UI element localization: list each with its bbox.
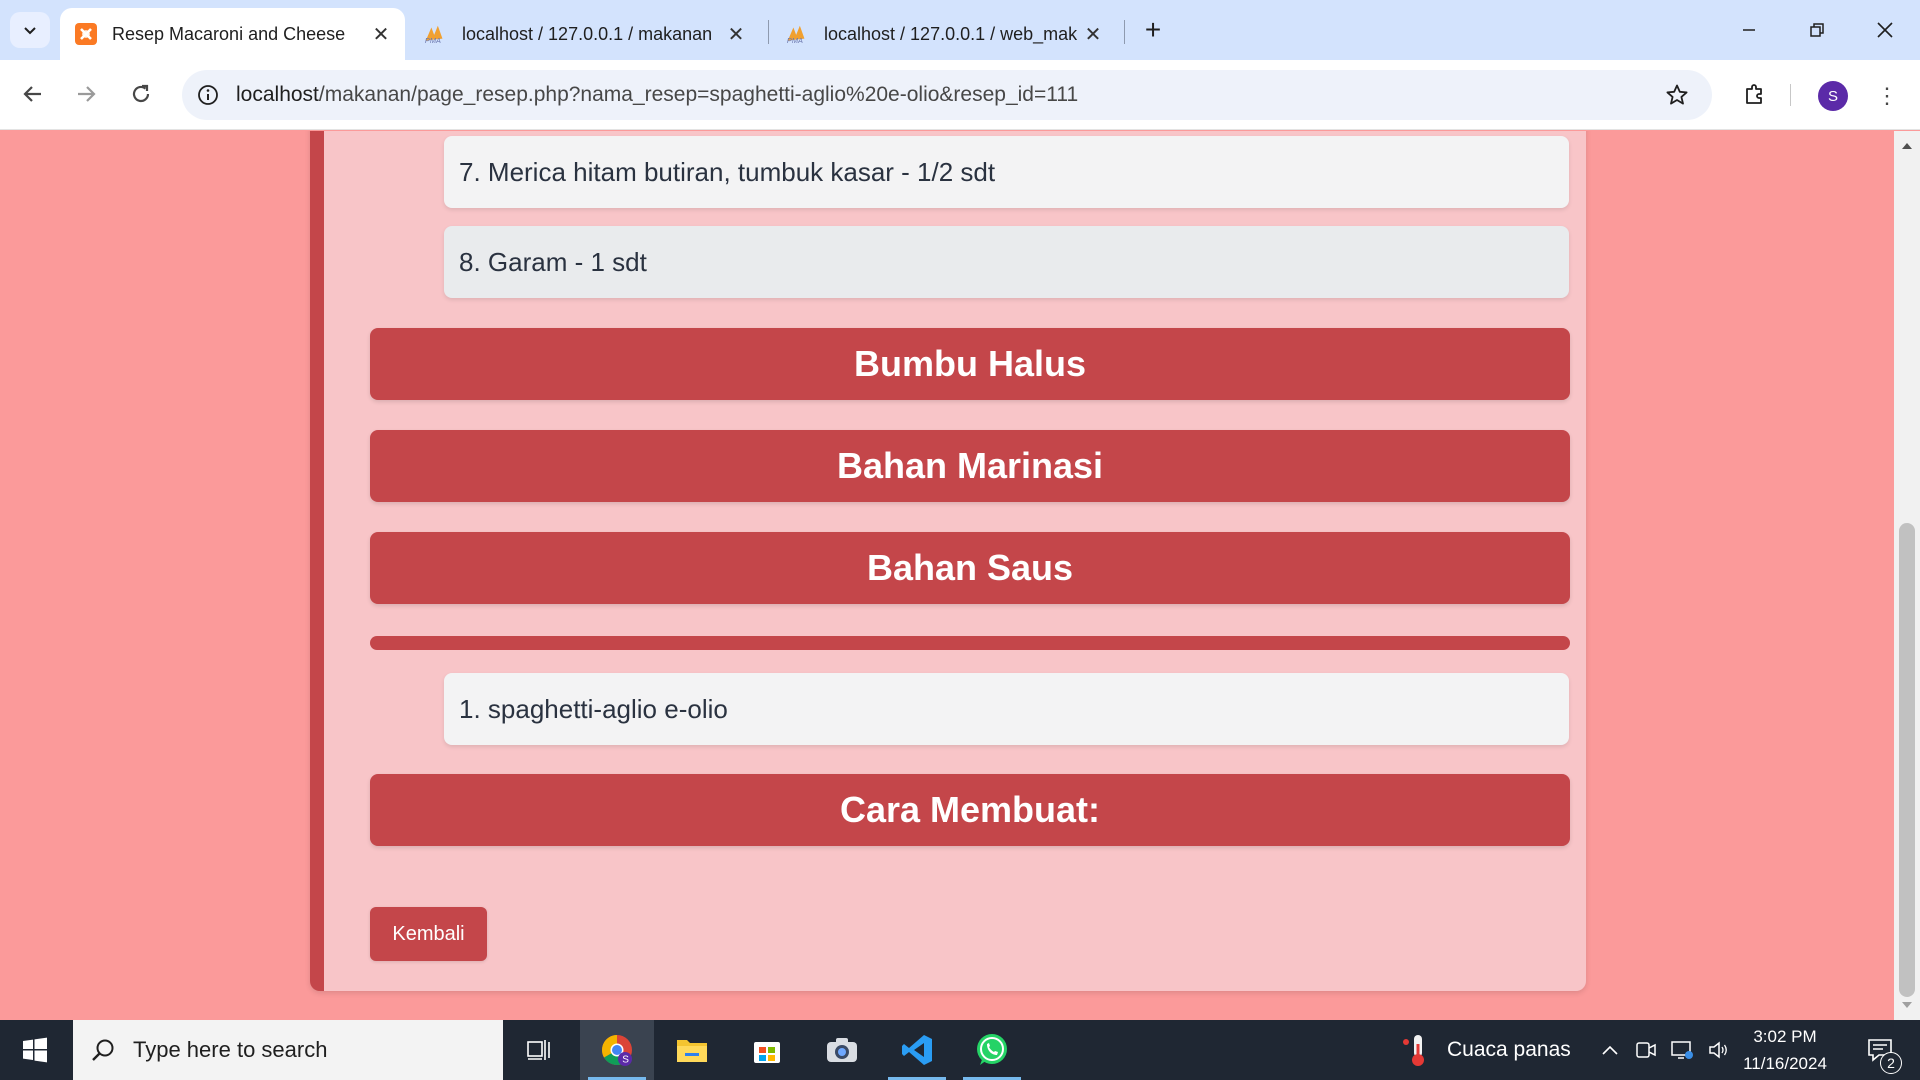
- weather-widget[interactable]: Cuaca panas: [1395, 1020, 1571, 1080]
- section-header-bumbu-halus: Bumbu Halus: [370, 328, 1570, 400]
- weather-text: Cuaca panas: [1447, 1038, 1571, 1061]
- extensions-button[interactable]: [1735, 74, 1775, 114]
- tab-divider: [1124, 20, 1125, 44]
- tab-search-button[interactable]: [10, 12, 50, 48]
- chevron-down-icon: [24, 27, 36, 35]
- taskbar-file-explorer[interactable]: [655, 1020, 729, 1080]
- close-tab-icon[interactable]: ✕: [722, 20, 750, 48]
- section-header-empty: [370, 636, 1570, 650]
- taskbar-chrome[interactable]: S: [580, 1020, 654, 1080]
- clock-time: 3:02 PM: [1753, 1027, 1817, 1046]
- windows-logo-icon: [23, 1037, 47, 1063]
- xampp-icon: [74, 22, 98, 46]
- camera-icon: [827, 1038, 857, 1062]
- task-view-button[interactable]: [503, 1020, 577, 1080]
- ingredient-item: 7. Merica hitam butiran, tumbuk kasar - …: [444, 136, 1569, 208]
- search-icon: [73, 1020, 133, 1080]
- windows-taskbar: Type here to search S Cuaca panas 3:02 P…: [0, 1020, 1920, 1080]
- notification-center-button[interactable]: 2: [1850, 1020, 1910, 1080]
- phpmyadmin-icon: PMA: [424, 22, 448, 46]
- arrow-left-icon: [23, 86, 41, 102]
- reload-button[interactable]: [121, 74, 161, 114]
- tab-title: Resep Macaroni and Cheese: [112, 23, 346, 44]
- meet-now-icon: [1636, 1042, 1656, 1058]
- close-tab-icon[interactable]: ✕: [367, 20, 395, 48]
- ingredient-item: 1. spaghetti-aglio e-olio: [444, 673, 1569, 745]
- minimize-button[interactable]: [1715, 0, 1783, 60]
- svg-text:S: S: [622, 1055, 629, 1066]
- whatsapp-icon: [977, 1034, 1007, 1065]
- tab-phpmyadmin-makanan[interactable]: PMA localhost / 127.0.0.1 / makanan ✕: [410, 8, 760, 60]
- taskbar-search-box[interactable]: Type here to search: [73, 1020, 503, 1080]
- new-tab-button[interactable]: +: [1137, 14, 1169, 46]
- close-icon: [1877, 22, 1893, 38]
- svg-text:PMA: PMA: [425, 36, 441, 45]
- page-viewport: 7. Merica hitam butiran, tumbuk kasar - …: [0, 131, 1894, 1020]
- ingredient-item: 8. Garam - 1 sdt: [444, 226, 1569, 298]
- start-button[interactable]: [0, 1020, 70, 1080]
- tab-active[interactable]: Resep Macaroni and Cheese ✕: [60, 8, 405, 60]
- browser-menu-icon[interactable]: ⋮: [1870, 78, 1904, 114]
- toolbar-divider: [1790, 84, 1791, 106]
- tab-divider: [768, 20, 769, 44]
- network-tray[interactable]: [1664, 1020, 1700, 1080]
- store-icon: [754, 1042, 780, 1063]
- show-hidden-icons-button[interactable]: [1592, 1020, 1628, 1080]
- tab-phpmyadmin-web-mak[interactable]: PMA localhost / 127.0.0.1 / web_mak ✕: [772, 8, 1117, 60]
- close-window-button[interactable]: [1851, 0, 1919, 60]
- taskbar-whatsapp[interactable]: [955, 1020, 1029, 1080]
- url-path: /makanan/page_resep.php?nama_resep=spagh…: [318, 83, 1079, 106]
- scroll-up-arrow-icon[interactable]: [1894, 135, 1920, 155]
- browser-tab-bar: Resep Macaroni and Cheese ✕ PMA localhos…: [0, 0, 1920, 60]
- folder-icon: [677, 1040, 707, 1062]
- network-icon: [1671, 1041, 1693, 1059]
- task-view-icon: [527, 1040, 550, 1060]
- phpmyadmin-icon: PMA: [786, 22, 810, 46]
- restore-icon: [1810, 23, 1824, 37]
- back-button[interactable]: [13, 74, 53, 114]
- section-header-cara-membuat: Cara Membuat:: [370, 774, 1570, 846]
- scroll-down-arrow-icon[interactable]: [1894, 996, 1920, 1016]
- search-placeholder: Type here to search: [133, 1037, 328, 1062]
- page-scrollbar[interactable]: [1894, 131, 1920, 1020]
- browser-toolbar: localhost/makanan/page_resep.php?nama_re…: [0, 60, 1920, 130]
- taskbar-camera[interactable]: [805, 1020, 879, 1080]
- profile-avatar[interactable]: S: [1818, 81, 1848, 111]
- close-tab-icon[interactable]: ✕: [1079, 20, 1107, 48]
- speaker-icon: [1709, 1041, 1727, 1059]
- taskbar-microsoft-store[interactable]: [730, 1020, 804, 1080]
- clock-date: 11/16/2024: [1743, 1054, 1827, 1073]
- volume-tray[interactable]: [1700, 1020, 1736, 1080]
- address-bar[interactable]: localhost/makanan/page_resep.php?nama_re…: [182, 70, 1712, 120]
- puzzle-icon: [1746, 84, 1762, 104]
- url-host: localhost: [236, 83, 319, 106]
- arrow-right-icon: [78, 86, 96, 102]
- minimize-icon: [1743, 29, 1755, 31]
- forward-button[interactable]: [66, 74, 106, 114]
- vscode-icon: [902, 1035, 932, 1065]
- kembali-button[interactable]: Kembali: [370, 907, 487, 961]
- site-info-icon[interactable]: [192, 79, 224, 111]
- chevron-up-icon: [1602, 1045, 1618, 1055]
- section-header-bahan-saus: Bahan Saus: [370, 532, 1570, 604]
- section-header-bahan-marinasi: Bahan Marinasi: [370, 430, 1570, 502]
- tab-title: localhost / 127.0.0.1 / makanan: [462, 23, 713, 44]
- notification-badge: 2: [1880, 1052, 1902, 1074]
- recipe-card: 7. Merica hitam butiran, tumbuk kasar - …: [310, 131, 1586, 991]
- restore-button[interactable]: [1783, 0, 1851, 60]
- system-clock[interactable]: 3:02 PM 11/16/2024: [1735, 1020, 1835, 1080]
- svg-text:PMA: PMA: [787, 36, 803, 45]
- tab-title: localhost / 127.0.0.1 / web_mak: [824, 23, 1078, 44]
- url-text: localhost/makanan/page_resep.php?nama_re…: [236, 83, 1078, 107]
- taskbar-vscode[interactable]: [880, 1020, 954, 1080]
- reload-icon: [132, 84, 150, 103]
- meet-now-tray[interactable]: [1628, 1020, 1664, 1080]
- thermometer-icon: [1395, 1030, 1435, 1070]
- chrome-icon: S: [601, 1035, 632, 1066]
- bookmark-star-icon[interactable]: [1662, 80, 1692, 110]
- scrollbar-thumb[interactable]: [1899, 523, 1915, 997]
